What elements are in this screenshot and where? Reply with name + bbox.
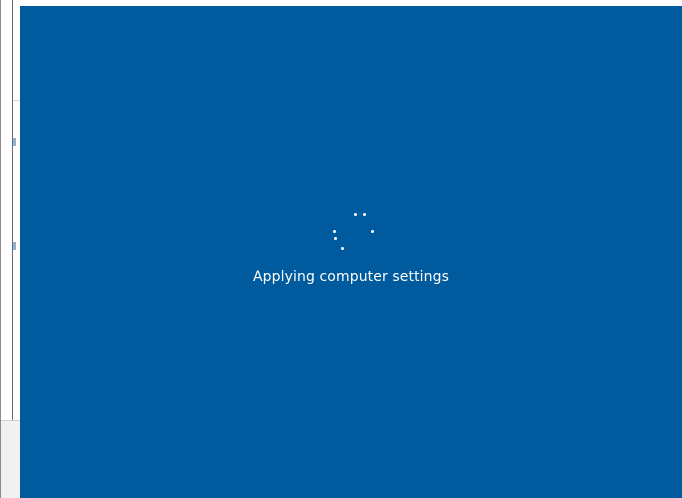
background-text-fragment (13, 138, 16, 146)
spinner-dot (333, 230, 336, 233)
settings-overlay: Applying computer settings (20, 6, 682, 498)
spinner-dot (363, 213, 366, 216)
status-message: Applying computer settings (252, 269, 450, 285)
spinner-dot (354, 213, 357, 216)
loading-spinner-icon (333, 212, 377, 256)
spinner-dot (341, 247, 344, 250)
background-window (0, 0, 21, 498)
spinner-dot (371, 230, 374, 233)
spinner-dot (334, 237, 337, 240)
background-footer (1, 420, 21, 498)
background-window-border (12, 0, 13, 420)
screen: Applying computer settings (0, 0, 682, 498)
background-link-fragment (13, 242, 16, 250)
